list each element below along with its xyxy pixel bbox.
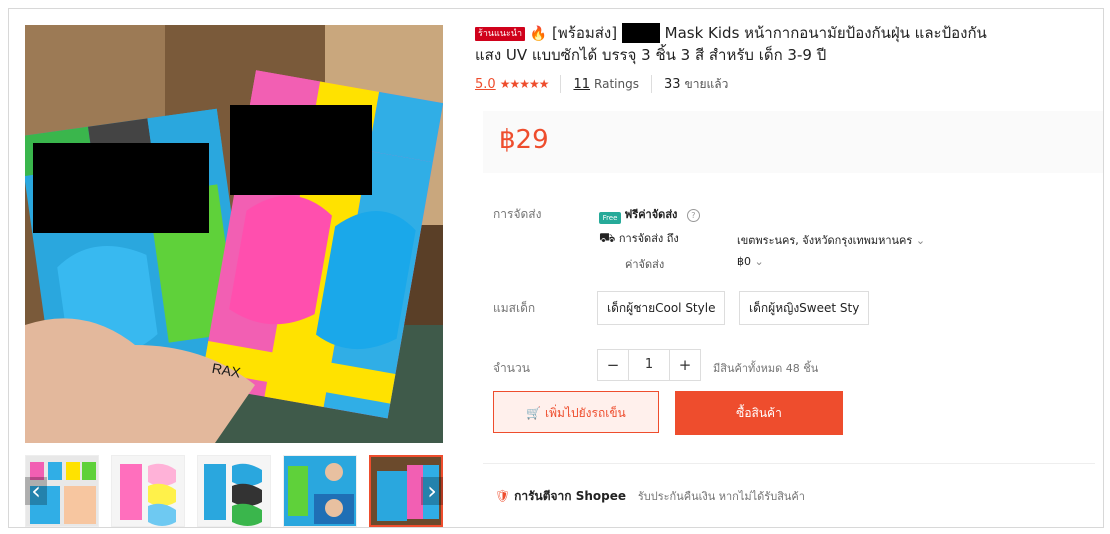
price: ฿29 bbox=[499, 125, 549, 155]
thumbnail-strip: ‹ › bbox=[25, 455, 443, 527]
product-page: RAX ‹ › ร้านแนะนำ 🔥 [พร้อมส่ง] Mask Kids… bbox=[8, 8, 1104, 528]
add-to-cart-label: เพิ่มไปยังรถเข็น bbox=[545, 406, 626, 420]
ship-to-label: การจัดส่ง ถึง bbox=[618, 232, 679, 245]
free-shipping-icon: Free bbox=[599, 212, 621, 224]
shipping-fee-label: ค่าจัดส่ง bbox=[625, 258, 665, 271]
thumbnail-image bbox=[284, 456, 356, 526]
price-box: ฿29 bbox=[483, 111, 1103, 173]
shipping-label: การจัดส่ง bbox=[493, 207, 542, 221]
divider bbox=[483, 463, 1095, 464]
stock-text: มีสินค้าทั้งหมด 48 ชิ้น bbox=[713, 362, 819, 375]
ship-to-location[interactable]: เขตพระนคร, จังหวัดกรุงเทพมหานคร ⌄ bbox=[737, 231, 925, 249]
gallery-prev-icon[interactable]: ‹ bbox=[25, 477, 47, 505]
variant-label: แมสเด็ก bbox=[493, 301, 536, 315]
thumbnail-4[interactable] bbox=[283, 455, 357, 527]
chevron-down-icon: ⌄ bbox=[754, 255, 764, 268]
product-main-image[interactable]: RAX bbox=[25, 25, 443, 443]
shipping-fee[interactable]: ฿0 ⌄ bbox=[737, 255, 764, 268]
purchase-panel: ฿29 การจัดส่ง Free ฟรีค่าจัดส่ง ? ⛟ การจ… bbox=[475, 9, 1103, 527]
thumbnail-2[interactable] bbox=[111, 455, 185, 527]
ship-to-value: เขตพระนคร, จังหวัดกรุงเทพมหานคร bbox=[737, 234, 913, 247]
guarantee-title: การันตีจาก Shopee bbox=[514, 489, 627, 503]
buy-now-button[interactable]: ซื้อสินค้า bbox=[675, 391, 843, 435]
shopee-guarantee[interactable]: 🛡 การันตีจาก Shopee รับประกันคืนเงิน หาก… bbox=[495, 487, 805, 506]
variant-option-boy[interactable]: เด็กผู้ชายCool Style bbox=[597, 291, 726, 325]
thumbnail-image bbox=[198, 456, 270, 526]
quantity-label: จำนวน bbox=[493, 361, 530, 375]
chevron-down-icon: ⌄ bbox=[915, 234, 926, 247]
increase-button[interactable]: + bbox=[670, 350, 700, 380]
cart-icon: 🛒 bbox=[526, 406, 542, 420]
shield-icon: 🛡 bbox=[495, 489, 511, 503]
gallery-next-icon[interactable]: › bbox=[421, 477, 443, 505]
ship-to-row: ⛟ การจัดส่ง ถึง bbox=[599, 229, 679, 248]
quantity-input[interactable]: 1 bbox=[628, 350, 670, 380]
thumbnail-image bbox=[112, 456, 184, 526]
free-shipping-text: ฟรีค่าจัดส่ง bbox=[624, 208, 678, 221]
decrease-button[interactable]: − bbox=[598, 350, 628, 380]
product-photo: RAX bbox=[25, 25, 443, 443]
shipping-fee-value: ฿0 bbox=[737, 255, 751, 268]
guarantee-text: รับประกันคืนเงิน หากไม่ได้รับสินค้า bbox=[637, 490, 805, 503]
add-to-cart-button[interactable]: 🛒 เพิ่มไปยังรถเข็น bbox=[493, 391, 659, 433]
variant-option-girl[interactable]: เด็กผู้หญิงSweet Sty bbox=[739, 291, 870, 325]
quantity-stepper: − 1 + bbox=[597, 349, 701, 381]
free-shipping-row: Free ฟรีค่าจัดส่ง ? bbox=[599, 205, 700, 224]
truck-icon: ⛟ bbox=[599, 231, 616, 246]
thumbnail-3[interactable] bbox=[197, 455, 271, 527]
help-icon[interactable]: ? bbox=[686, 209, 700, 222]
